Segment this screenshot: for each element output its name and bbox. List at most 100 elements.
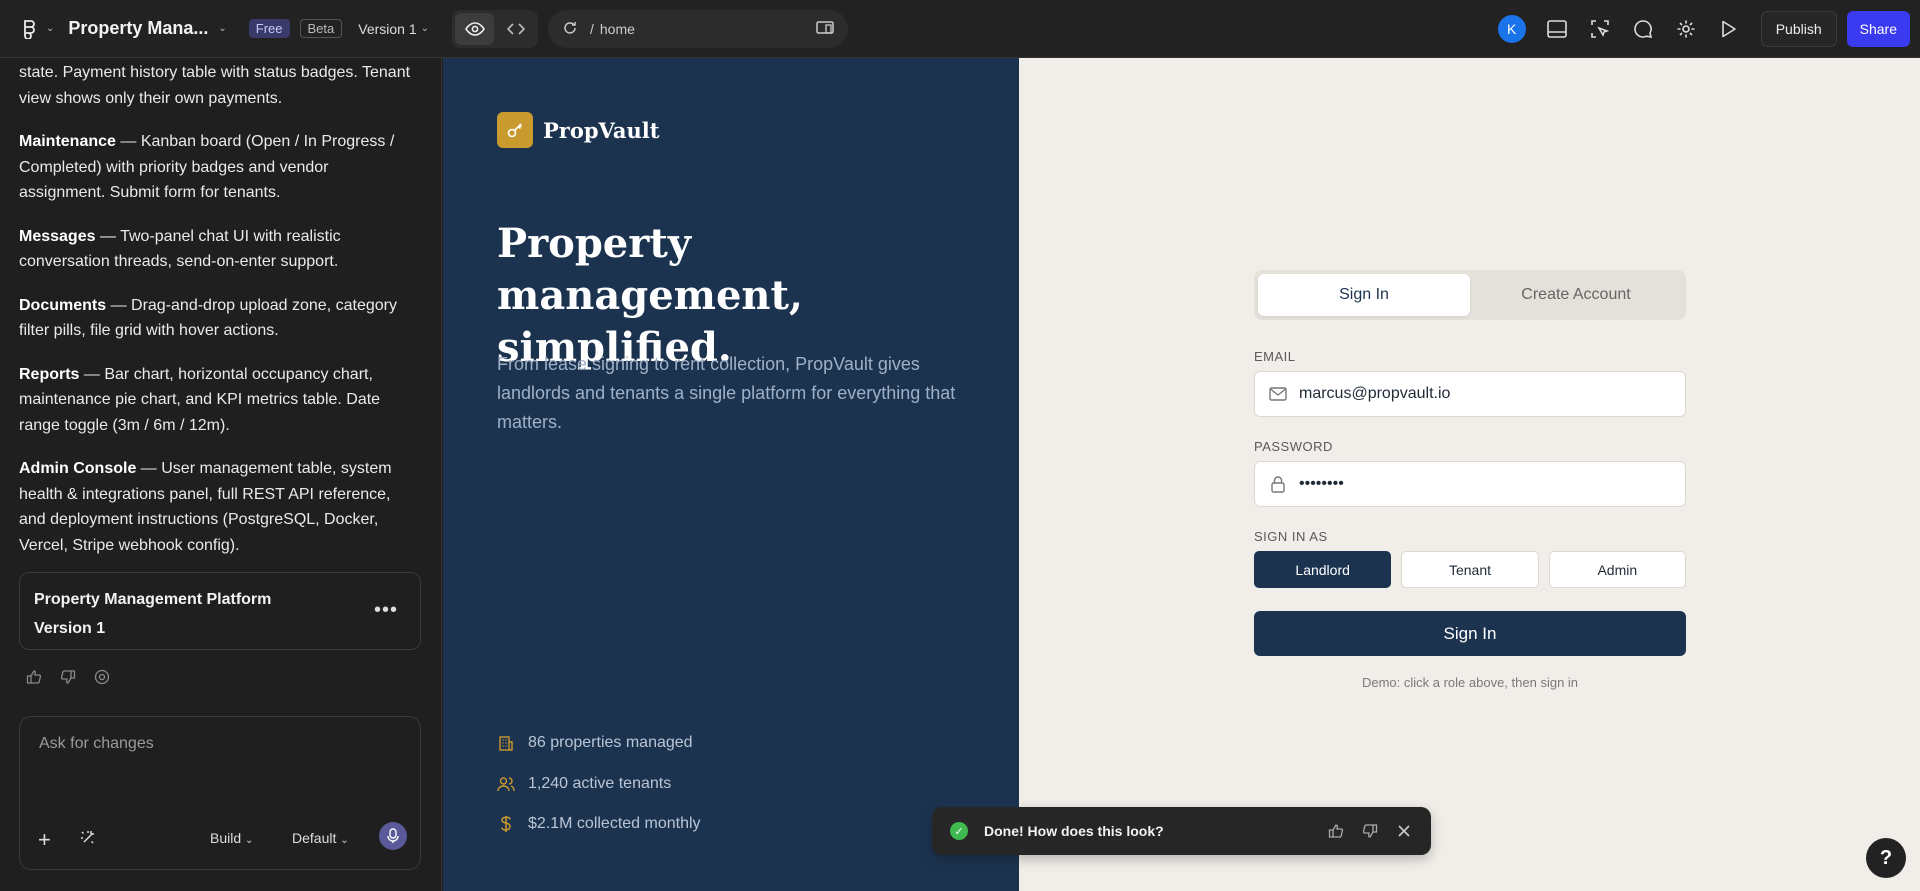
refresh-icon[interactable]: [562, 20, 578, 39]
dollar-icon: [497, 815, 515, 833]
chevron-down-icon: ⌄: [245, 835, 254, 846]
lock-icon: [1269, 475, 1287, 493]
stat-collected: $2.1M collected monthly: [497, 815, 701, 833]
brand: PropVault: [497, 112, 659, 148]
mode-label: Build: [210, 830, 242, 846]
password-field[interactable]: ••••••••: [1254, 461, 1686, 507]
app-preview: PropVault Property management, simplifie…: [443, 58, 1920, 891]
brand-name: PropVault: [543, 117, 660, 143]
code-mode-button[interactable]: [496, 13, 535, 45]
thumbs-up-icon[interactable]: [25, 668, 43, 686]
version-card-title: Property Management Platform: [34, 591, 272, 608]
preview-mode-button[interactable]: [455, 13, 494, 45]
tab-create-account[interactable]: Create Account: [1470, 274, 1682, 316]
email-field[interactable]: marcus@propvault.io: [1254, 371, 1686, 417]
chevron-down-icon[interactable]: ⌄: [218, 23, 226, 34]
composer-placeholder[interactable]: Ask for changes: [39, 735, 154, 753]
share-button[interactable]: Share: [1846, 11, 1910, 47]
chat-composer[interactable]: Ask for changes + Build ⌄ Default ⌄: [19, 716, 421, 870]
gear-icon[interactable]: [1674, 17, 1698, 41]
chevron-down-icon[interactable]: ⌄: [46, 23, 54, 34]
message-paragraph: state. Payment history table with status…: [19, 64, 411, 107]
password-label: PASSWORD: [1254, 439, 1333, 454]
chat-sidebar: state. Payment history table with status…: [0, 58, 442, 891]
sign-in-button[interactable]: Sign In: [1254, 611, 1686, 656]
role-admin-button[interactable]: Admin: [1548, 551, 1686, 588]
message-paragraph: Documents — Drag-and-drop upload zone, c…: [19, 293, 414, 344]
key-icon: [497, 112, 533, 148]
view-toggle: [452, 10, 538, 48]
role-label: SIGN IN AS: [1254, 529, 1328, 544]
assistant-message: state. Payment history table with status…: [19, 58, 414, 576]
plan-badge: Free: [248, 19, 290, 38]
publish-button[interactable]: Publish: [1760, 11, 1837, 47]
hero-subtitle: From lease signing to rent collection, P…: [497, 354, 956, 432]
restore-version-icon[interactable]: [93, 668, 111, 686]
top-actions: K Publish Share: [1497, 0, 1910, 58]
model-select[interactable]: Default ⌄: [292, 830, 349, 846]
auth-tabs: Sign In Create Account: [1254, 270, 1686, 320]
message-feedback: [25, 668, 111, 686]
auth-panel: Sign In Create Account EMAIL marcus@prop…: [1019, 58, 1920, 891]
version-label: Version 1: [358, 20, 417, 37]
completion-toast: ✓ Done! How does this look?: [932, 807, 1431, 855]
role-tenant-button[interactable]: Tenant: [1401, 551, 1539, 588]
mail-icon: [1269, 385, 1287, 403]
top-bar: ⌄ Property Mana... ⌄ Free Beta Version 1…: [0, 0, 1920, 58]
feature-title: Admin Console: [19, 460, 137, 477]
play-icon[interactable]: [1717, 17, 1741, 41]
model-label: Default: [292, 830, 337, 846]
version-card-subtitle: Version 1: [34, 620, 106, 637]
device-toggle-icon[interactable]: [816, 20, 834, 39]
user-avatar[interactable]: K: [1497, 15, 1526, 43]
thumbs-up-icon[interactable]: [1327, 822, 1345, 840]
users-icon: [497, 775, 515, 793]
project-header: ⌄ Property Mana... ⌄ Free Beta Version 1…: [0, 0, 442, 57]
code-icon: [506, 23, 525, 35]
select-element-icon[interactable]: [1588, 17, 1612, 41]
feature-title: Maintenance: [19, 133, 116, 150]
url-separator: /: [590, 21, 594, 37]
microphone-icon[interactable]: [379, 822, 407, 850]
check-circle-icon: ✓: [950, 822, 968, 840]
version-card[interactable]: Property Management Platform Version 1 •…: [19, 572, 421, 650]
plus-icon[interactable]: +: [38, 827, 51, 853]
thumbs-down-icon[interactable]: [59, 668, 77, 686]
thumbs-down-icon[interactable]: [1361, 822, 1379, 840]
feature-title: Messages: [19, 227, 96, 245]
preview-url-bar[interactable]: / home: [548, 10, 848, 48]
mode-select[interactable]: Build ⌄: [210, 830, 253, 846]
project-name[interactable]: Property Mana...: [68, 18, 208, 39]
enhance-prompt-icon[interactable]: [78, 828, 98, 848]
email-label: EMAIL: [1254, 349, 1296, 364]
stat-text: $2.1M collected monthly: [528, 815, 701, 832]
message-paragraph: Admin Console — User management table, s…: [19, 456, 414, 558]
more-options-icon[interactable]: •••: [374, 599, 398, 622]
close-icon[interactable]: [1395, 822, 1413, 840]
stat-text: 1,240 active tenants: [528, 775, 672, 792]
beta-badge: Beta: [299, 19, 343, 38]
chevron-down-icon: ⌄: [420, 23, 430, 34]
toast-message: Done! How does this look?: [984, 823, 1164, 839]
comment-icon[interactable]: [1631, 17, 1655, 41]
tab-sign-in[interactable]: Sign In: [1258, 274, 1470, 316]
hero-panel: PropVault Property management, simplifie…: [443, 58, 1019, 891]
role-selector: Landlord Tenant Admin: [1254, 551, 1686, 588]
app-logo-icon[interactable]: [18, 17, 42, 41]
stat-text: 86 properties managed: [528, 734, 693, 751]
role-landlord-button[interactable]: Landlord: [1254, 551, 1392, 588]
panel-icon[interactable]: [1545, 17, 1569, 41]
help-button[interactable]: ?: [1866, 838, 1906, 878]
message-paragraph: Messages — Two-panel chat UI with realis…: [19, 224, 414, 275]
url-path: home: [599, 21, 635, 37]
version-select[interactable]: Version 1 ⌄: [358, 21, 429, 37]
feature-title: Documents: [19, 296, 107, 314]
email-value: marcus@propvault.io: [1299, 385, 1451, 402]
building-icon: [497, 734, 515, 752]
password-value: ••••••••: [1299, 475, 1344, 492]
message-paragraph: Maintenance — Kanban board (Open / In Pr…: [19, 129, 414, 206]
demo-note: Demo: click a role above, then sign in: [1361, 675, 1579, 690]
chevron-down-icon: ⌄: [340, 835, 349, 846]
message-paragraph: Reports — Bar chart, horizontal occupanc…: [19, 362, 414, 439]
stat-properties: 86 properties managed: [497, 734, 693, 752]
